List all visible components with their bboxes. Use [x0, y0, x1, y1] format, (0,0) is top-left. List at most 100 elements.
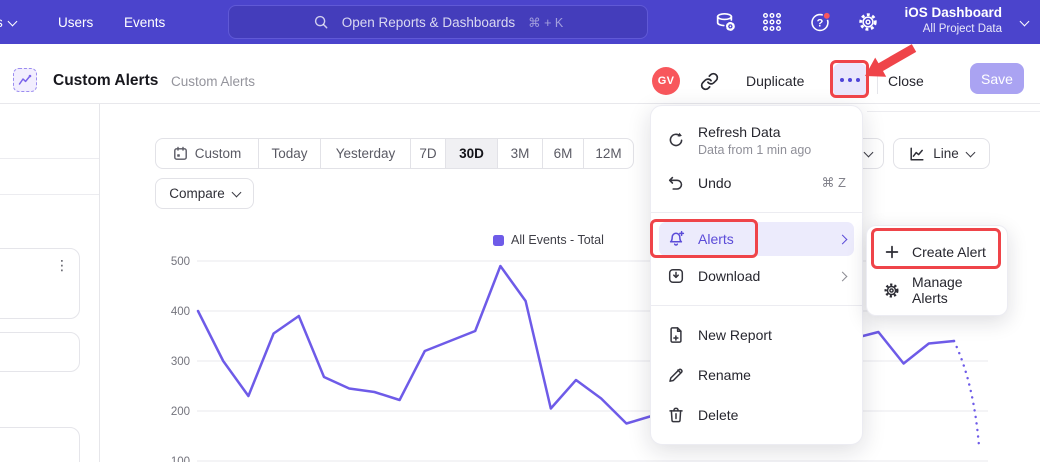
menu-item-alerts[interactable]: Alerts — [659, 222, 854, 256]
context-menu: Refresh Data Data from 1 min ago Undo ⌘ … — [650, 105, 863, 445]
date-range-3m[interactable]: 3M — [498, 139, 543, 168]
new-report-icon — [667, 326, 685, 344]
date-range-label: 30D — [459, 146, 484, 161]
project-scope: All Project Data — [904, 22, 1002, 37]
panel-border — [867, 111, 1040, 112]
kebab-menu-icon[interactable]: ⋮ — [55, 257, 69, 274]
line-chart-icon — [909, 146, 925, 162]
menu-item-new-report[interactable]: New Report — [651, 315, 862, 355]
date-range-label: Today — [271, 146, 307, 161]
date-range-label: 7D — [419, 146, 436, 161]
date-range-label: Custom — [195, 146, 242, 161]
sidebar-card[interactable] — [0, 427, 80, 462]
menu-item-delete[interactable]: Delete — [651, 395, 862, 435]
app-window: s Users Events Open Reports & Dashboards… — [0, 0, 1040, 462]
plus-icon — [883, 244, 900, 261]
submenu-item-label: Manage Alerts — [912, 274, 991, 306]
submenu-item-manage-alerts[interactable]: Manage Alerts — [867, 271, 1007, 309]
divider — [651, 212, 862, 213]
date-range-yesterday[interactable]: Yesterday — [321, 139, 411, 168]
date-range-today[interactable]: Today — [259, 139, 321, 168]
nav-events-label: Events — [124, 15, 165, 30]
y-axis-tick: 300 — [171, 356, 190, 368]
dot — [848, 78, 853, 83]
nav-users-label: Users — [58, 15, 93, 30]
more-options-button[interactable] — [833, 63, 867, 97]
bell-plus-icon — [667, 230, 685, 248]
divider — [651, 305, 862, 306]
date-range-label: 6M — [554, 146, 573, 161]
chevron-down-icon — [7, 16, 17, 26]
date-range-custom[interactable]: Custom — [156, 139, 259, 168]
sidebar-card[interactable]: ⋮ — [0, 248, 80, 319]
menu-item-label: Alerts — [698, 231, 826, 247]
search-shortcut-hint: ⌘ + K — [528, 15, 563, 30]
project-name: iOS Dashboard — [904, 4, 1002, 22]
apps-grid-icon[interactable] — [760, 10, 784, 34]
top-navbar: s Users Events Open Reports & Dashboards… — [0, 0, 1040, 44]
avatar[interactable]: GV — [652, 67, 680, 95]
svg-text:?: ? — [816, 17, 823, 29]
chevron-right-icon — [838, 271, 848, 281]
project-selector[interactable]: iOS Dashboard All Project Data — [904, 4, 1002, 40]
legend-item[interactable]: All Events - Total — [493, 233, 604, 247]
pencil-icon — [667, 366, 685, 384]
sidebar-card[interactable] — [0, 332, 80, 372]
divider — [877, 66, 878, 94]
chart-type-label: Line — [933, 146, 959, 161]
report-type-icon — [13, 68, 37, 92]
menu-item-label: Undo — [698, 175, 808, 191]
date-range-label: Yesterday — [336, 146, 396, 161]
divider — [0, 194, 99, 195]
chevron-down-icon — [864, 148, 874, 158]
settings-gear-icon[interactable] — [856, 10, 880, 34]
download-icon — [667, 267, 685, 285]
page-title: Custom Alerts — [53, 72, 158, 90]
menu-item-label: Rename — [698, 367, 846, 383]
legend-label: All Events - Total — [511, 233, 604, 247]
chart-line-dotted-forecast — [954, 341, 979, 449]
date-range-7d[interactable]: 7D — [411, 139, 446, 168]
y-axis-tick: 500 — [171, 256, 190, 268]
nav-overflow-item[interactable]: s — [0, 0, 16, 44]
trash-icon — [667, 406, 685, 424]
copy-link-icon[interactable] — [696, 68, 722, 94]
date-range-30d-selected[interactable]: 30D — [446, 139, 498, 168]
menu-item-label: Refresh Data — [698, 124, 811, 140]
nav-item-events[interactable]: Events — [124, 0, 165, 44]
date-range-label: 12M — [595, 146, 621, 161]
menu-item-refresh-data[interactable]: Refresh Data Data from 1 min ago — [651, 115, 862, 163]
dot — [856, 78, 861, 83]
chart-type-dropdown[interactable]: Line — [893, 138, 990, 169]
legend-swatch — [493, 235, 504, 246]
date-range-12m[interactable]: 12M — [584, 139, 633, 168]
menu-item-download[interactable]: Download — [651, 256, 862, 296]
data-management-icon[interactable] — [713, 10, 737, 34]
menu-item-label: Delete — [698, 407, 846, 423]
date-range-label: 3M — [511, 146, 530, 161]
y-axis-tick: 200 — [171, 406, 190, 418]
search-icon — [313, 14, 329, 30]
duplicate-button[interactable]: Duplicate — [746, 73, 804, 89]
breadcrumb[interactable]: Custom Alerts — [171, 74, 255, 89]
y-axis-tick: 100 — [171, 456, 190, 462]
save-button[interactable]: Save — [970, 63, 1024, 94]
chevron-down-icon — [1020, 16, 1030, 26]
menu-item-sublabel: Data from 1 min ago — [698, 143, 811, 157]
nav-item-users[interactable]: Users — [58, 0, 93, 44]
project-chevron[interactable] — [1021, 0, 1028, 44]
close-button[interactable]: Close — [888, 73, 924, 89]
dot — [840, 78, 845, 83]
menu-item-rename[interactable]: Rename — [651, 355, 862, 395]
menu-item-shortcut: ⌘ Z — [821, 175, 846, 191]
chevron-down-icon — [965, 148, 975, 158]
undo-icon — [667, 174, 685, 192]
date-range-segmented-control: Custom Today Yesterday 7D 30D 3M 6M 12M — [155, 138, 634, 169]
menu-item-undo[interactable]: Undo ⌘ Z — [651, 163, 862, 203]
submenu-item-create-alert[interactable]: Create Alert — [867, 233, 1007, 271]
nav-overflow-label: s — [0, 15, 3, 30]
help-icon[interactable]: ? — [808, 10, 832, 34]
search-placeholder: Open Reports & Dashboards — [342, 15, 515, 30]
date-range-6m[interactable]: 6M — [543, 139, 584, 168]
global-search-input[interactable]: Open Reports & Dashboards ⌘ + K — [228, 5, 648, 39]
